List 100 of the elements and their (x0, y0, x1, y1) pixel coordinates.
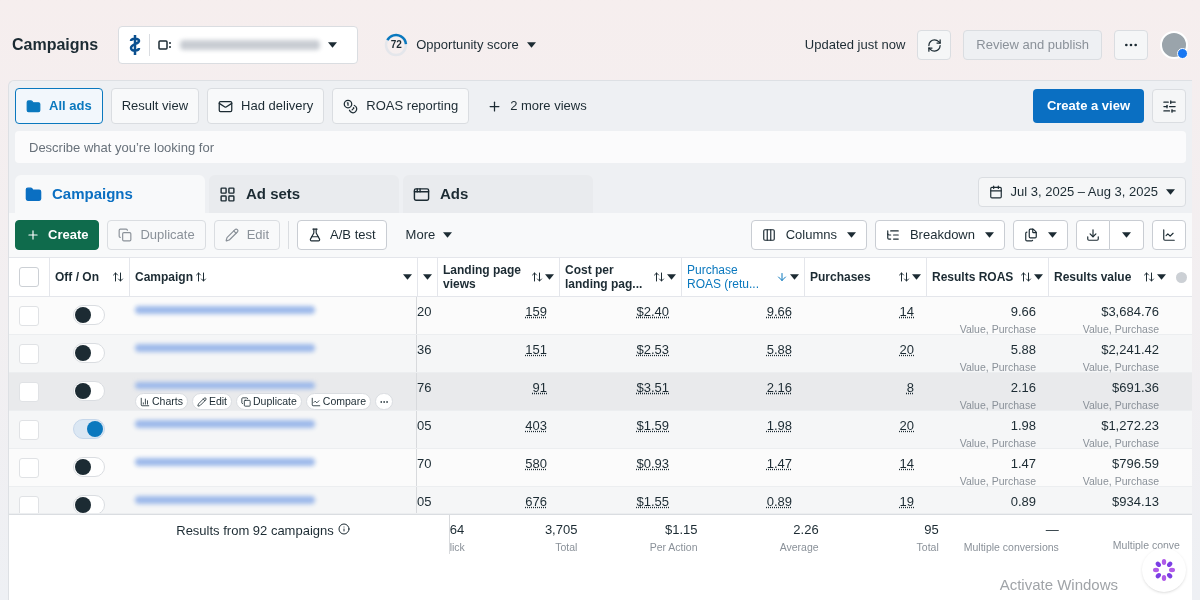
table-cell-text: 05 (417, 493, 432, 511)
view-tab[interactable]: ROAS reporting (332, 88, 470, 124)
table-cell-text: 14 (899, 303, 914, 321)
opportunity-score-button[interactable]: 72 Opportunity score (384, 33, 536, 57)
filter-settings-button[interactable] (1152, 89, 1186, 123)
table-cell-text: 20 (899, 341, 914, 359)
view-tab[interactable]: Had delivery (207, 88, 325, 124)
toolbar-button[interactable]: More (394, 220, 464, 250)
cell-note: Value, Purchase (959, 435, 1036, 451)
on-off-toggle[interactable] (73, 381, 105, 401)
chart-view-button[interactable] (1152, 220, 1186, 250)
avatar[interactable] (1160, 31, 1188, 59)
summary-label: lick (449, 539, 465, 555)
summary-value: 2.26 (793, 521, 819, 539)
select-all-checkbox[interactable] (19, 267, 39, 287)
row-checkbox[interactable] (19, 420, 39, 440)
date-range-picker[interactable]: Jul 3, 2025 – Aug 3, 2025 (977, 177, 1186, 207)
table-cell-text: 20 (899, 417, 914, 435)
sort-icon (1143, 271, 1155, 283)
cell-note: Value, Purchase (1082, 435, 1159, 451)
add-column-icon (1176, 271, 1187, 283)
table-cell-text: 5.88 (766, 341, 792, 359)
column-header[interactable]: Results value (1048, 258, 1171, 296)
caret-icon (846, 232, 856, 238)
folder-icon (25, 185, 42, 203)
caret-icon (403, 274, 412, 280)
row-checkbox[interactable] (19, 382, 39, 402)
update-status: Updated just now (804, 36, 906, 55)
view-tab[interactable]: Result view (110, 88, 200, 124)
level-tab[interactable]: Campaigns (15, 175, 205, 213)
cell-note: Value, Purchase (959, 321, 1036, 337)
row-action-button[interactable]: Compare (305, 393, 371, 410)
row-checkbox[interactable] (19, 344, 39, 364)
table-cell-text: 0.89 (766, 493, 792, 511)
table-cell-text: $691.36 (1112, 379, 1159, 397)
toolbar-menu-button[interactable]: Columns (750, 220, 867, 250)
column-header[interactable]: Off / On (49, 258, 129, 296)
table-cell-text: 9.66 (1010, 303, 1036, 321)
column-header[interactable]: Results ROAS (926, 258, 1048, 296)
export-menu-button[interactable] (1110, 220, 1144, 250)
row-checkbox[interactable] (19, 306, 39, 326)
row-checkbox[interactable] (19, 458, 39, 478)
table-cell-text: 2.16 (1010, 379, 1036, 397)
column-header[interactable]: Landing page views (437, 258, 559, 296)
cell-note: Value, Purchase (1082, 359, 1159, 375)
column-header[interactable]: Purchases (804, 258, 926, 296)
more-views-button[interactable]: 2 more views (477, 88, 597, 124)
summary-value: 95 (924, 521, 939, 539)
row-more-button[interactable] (375, 393, 393, 410)
caret-icon (1122, 232, 1131, 238)
toolbar-menu-button[interactable]: Breakdown (874, 220, 1005, 250)
column-header[interactable]: Cost per landing pag... (559, 258, 681, 296)
column-title: Campaign (135, 270, 193, 284)
level-tab[interactable]: Ads (403, 175, 593, 213)
on-off-toggle[interactable] (73, 419, 105, 439)
caret-icon (545, 274, 554, 280)
table-cell-text: 403 (525, 417, 547, 435)
create-view-button[interactable]: Create a view (1032, 89, 1144, 123)
toolbar-button[interactable]: A/B test (297, 220, 387, 250)
chart-icon (1162, 228, 1176, 242)
table-cell-text: 5.88 (1010, 341, 1036, 359)
column-title: Purchase ROAS (retu... (687, 263, 761, 291)
reports-icon (1024, 228, 1038, 242)
toolbar-button[interactable]: Create (15, 220, 100, 250)
on-off-toggle[interactable] (73, 457, 105, 477)
account-selector[interactable] (118, 26, 359, 64)
row-action-button[interactable]: Charts (135, 393, 188, 410)
row-checkbox[interactable] (19, 496, 39, 513)
pencil-icon (224, 228, 239, 242)
view-tab[interactable]: All ads (15, 88, 103, 124)
flask-icon (308, 228, 323, 242)
row-action-button[interactable]: Edit (191, 393, 233, 410)
caret-icon (912, 274, 921, 280)
column-header[interactable]: Campaign (129, 258, 417, 296)
row-action-button[interactable]: Duplicate (236, 393, 302, 410)
pencil-icon (196, 396, 207, 407)
table-cell-text: 0.89 (1010, 493, 1036, 511)
results-summary: Results from 92 campaigns (176, 522, 334, 540)
table-cell-text: 76 (417, 379, 432, 397)
export-button[interactable] (1076, 220, 1110, 250)
on-off-toggle[interactable] (73, 495, 105, 513)
on-off-toggle[interactable] (73, 343, 105, 363)
reports-menu-button[interactable] (1013, 220, 1068, 250)
search-field[interactable]: Describe what you’re looking for (15, 131, 1186, 163)
activation-watermark: Activate Windows (999, 574, 1118, 595)
account-logo-icon (129, 35, 142, 55)
column-header[interactable]: Purchase ROAS (retu... (681, 258, 804, 296)
table-cell-text: 8 (906, 379, 914, 397)
coins-icon (343, 98, 359, 114)
refresh-button[interactable] (917, 30, 952, 60)
on-off-toggle[interactable] (73, 305, 105, 325)
envelope-icon (218, 98, 234, 114)
table-cell-text: 159 (525, 303, 547, 321)
caret-icon (1166, 189, 1175, 195)
caret-icon (443, 232, 453, 238)
cell-note: Value, Purchase (959, 397, 1036, 413)
grid-icon (219, 185, 236, 203)
plus-icon (487, 98, 503, 114)
level-tab[interactable]: Ad sets (209, 175, 399, 213)
column-title: Results ROAS (932, 270, 1015, 284)
